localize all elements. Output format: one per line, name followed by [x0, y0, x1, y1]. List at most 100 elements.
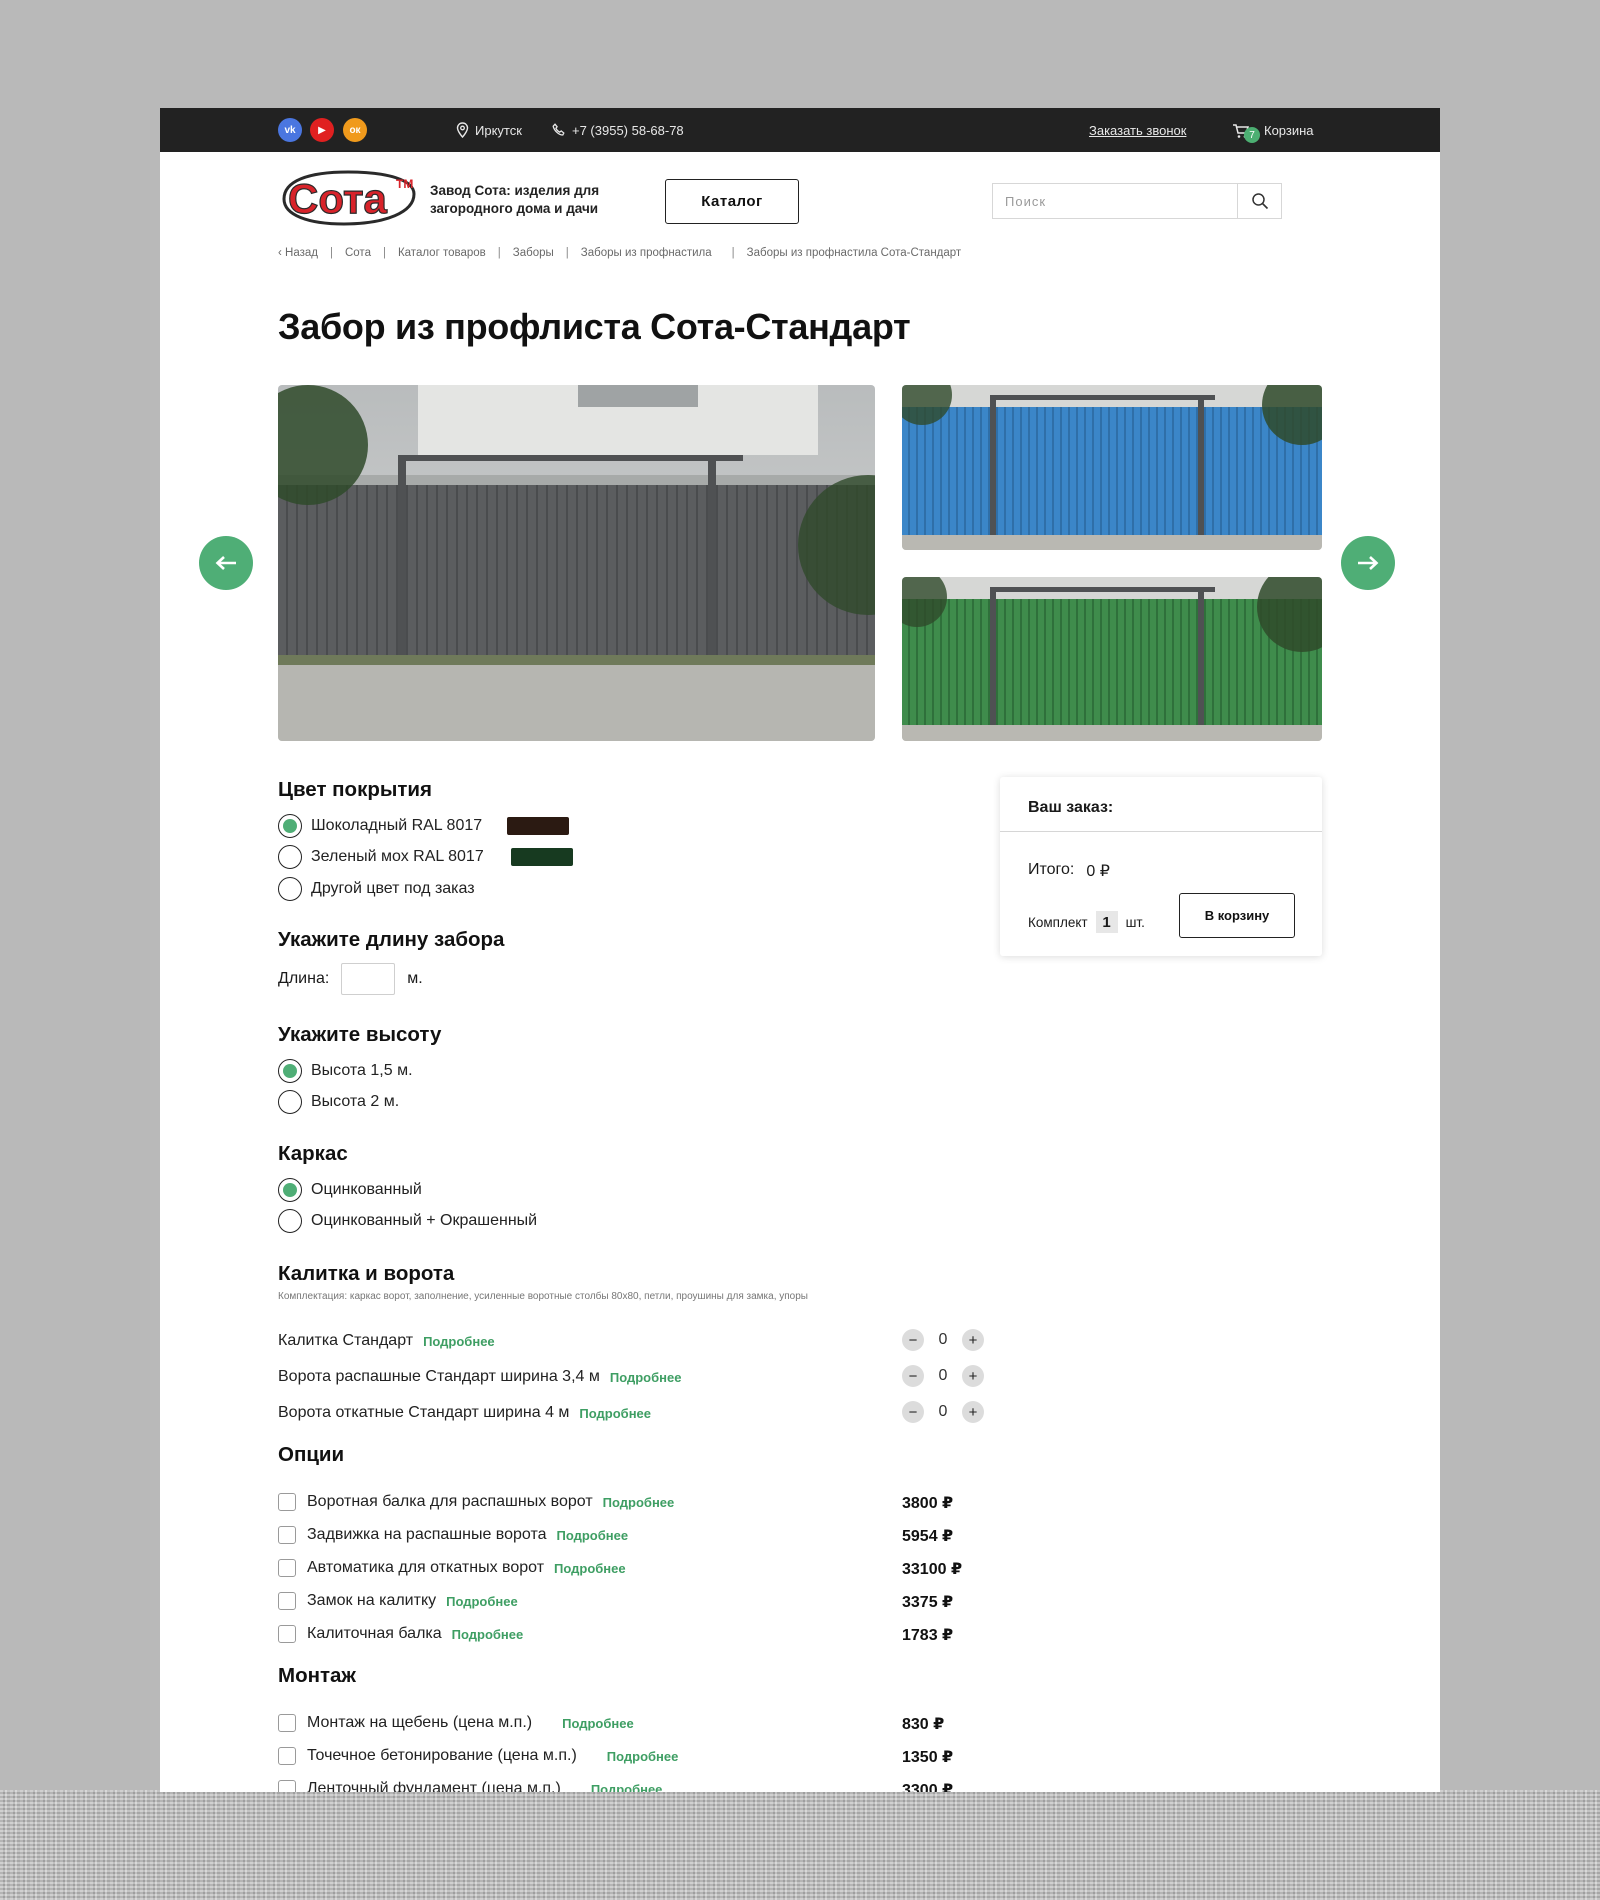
frame-option[interactable]: Оцинкованный + Окрашенный	[278, 1209, 537, 1233]
color-option[interactable]: Шоколадный RAL 8017	[278, 814, 570, 838]
radio-unselected[interactable]	[278, 1090, 302, 1114]
length-input[interactable]	[341, 963, 396, 995]
top-bar: vk ▶ ок Иркутск +7 (3955) 58-68-78 Заказ…	[160, 108, 1440, 152]
details-link[interactable]: Подробнее	[557, 1528, 629, 1543]
breadcrumb-item[interactable]: Сота	[345, 247, 371, 259]
checkbox[interactable]	[278, 1493, 296, 1511]
breadcrumb-item[interactable]: Заборы из профнастила	[581, 247, 712, 259]
color-option[interactable]: Другой цвет под заказ	[278, 877, 475, 901]
cart-link[interactable]: 7 Корзина	[1232, 108, 1314, 152]
breadcrumb-back[interactable]: ‹ Назад	[278, 247, 318, 259]
options-section-title: Опции	[278, 1443, 345, 1466]
catalog-button[interactable]: Каталог	[665, 179, 799, 224]
checkbox[interactable]	[278, 1526, 296, 1544]
frame-option[interactable]: Оцинкованный	[278, 1178, 422, 1202]
add-to-cart-button[interactable]: В корзину	[1179, 893, 1295, 938]
checkbox[interactable]	[278, 1780, 296, 1792]
height-option[interactable]: Высота 1,5 м.	[278, 1059, 413, 1083]
checkbox[interactable]	[278, 1714, 296, 1732]
phone-icon	[552, 123, 565, 136]
callback-link[interactable]: Заказать звонок	[1089, 108, 1186, 152]
checkbox[interactable]	[278, 1747, 296, 1765]
install-price: 830 ₽	[902, 1716, 945, 1733]
breadcrumb-item[interactable]: Заборы	[513, 247, 554, 259]
set-quantity[interactable]: 1	[1095, 911, 1118, 933]
quantity-stepper: − 0 +	[902, 1329, 984, 1351]
details-link[interactable]: Подробнее	[610, 1370, 682, 1385]
checkbox[interactable]	[278, 1625, 296, 1643]
radio-unselected[interactable]	[278, 845, 302, 869]
odnoklassniki-icon[interactable]: ок	[343, 118, 367, 142]
height-option[interactable]: Высота 2 м.	[278, 1090, 399, 1114]
length-row: Длина: м.	[278, 963, 423, 995]
details-link[interactable]: Подробнее	[591, 1782, 663, 1793]
order-total-label: Итого:	[1028, 861, 1075, 878]
minus-button[interactable]: −	[902, 1401, 924, 1423]
gate-item-label: Калитка Стандарт	[278, 1332, 414, 1349]
logo-text: Сота	[288, 175, 388, 222]
logo[interactable]: Сота TM	[278, 168, 422, 230]
radio-selected[interactable]	[278, 814, 302, 838]
phone-link[interactable]: +7 (3955) 58-68-78	[552, 108, 684, 152]
chevron-left-icon: ‹	[278, 247, 286, 259]
radio-selected[interactable]	[278, 1059, 302, 1083]
color-section-title: Цвет покрытия	[278, 778, 432, 801]
gallery-main-image[interactable]	[278, 385, 875, 741]
gallery-thumb-green[interactable]	[902, 577, 1322, 741]
search-input[interactable]	[993, 184, 1237, 218]
details-link[interactable]: Подробнее	[554, 1561, 626, 1576]
tagline: Завод Сота: изделия для загородного дома…	[430, 183, 600, 216]
install-item[interactable]: Монтаж на щебень (цена м.п.) Подробнее	[278, 1714, 634, 1732]
option-label: Замок на калитку	[307, 1592, 437, 1609]
checkbox[interactable]	[278, 1559, 296, 1577]
option-label: Калиточная балка	[307, 1625, 442, 1642]
logo-tm: TM	[396, 177, 413, 191]
vk-icon[interactable]: vk	[278, 118, 302, 142]
radio-unselected[interactable]	[278, 1209, 302, 1233]
youtube-icon[interactable]: ▶	[310, 118, 334, 142]
order-set-qty: Комплект 1 шт.	[1028, 911, 1145, 933]
color-option[interactable]: Зеленый мох RAL 8017	[278, 845, 573, 869]
minus-button[interactable]: −	[902, 1365, 924, 1387]
option-item[interactable]: Воротная балка для распашных ворот Подро…	[278, 1493, 674, 1511]
install-item[interactable]: Точечное бетонирование (цена м.п.) Подро…	[278, 1747, 678, 1765]
radio-unselected[interactable]	[278, 877, 302, 901]
plus-button[interactable]: +	[962, 1329, 984, 1351]
minus-button[interactable]: −	[902, 1329, 924, 1351]
details-link[interactable]: Подробнее	[603, 1495, 675, 1510]
page-title: Забор из профлиста Сота-Стандарт	[278, 306, 911, 347]
city-selector[interactable]: Иркутск	[456, 108, 522, 152]
details-link[interactable]: Подробнее	[562, 1716, 634, 1731]
details-link[interactable]: Подробнее	[446, 1594, 518, 1609]
gate-item: Калитка Стандарт Подробнее	[278, 1332, 495, 1350]
gallery-next-button[interactable]	[1341, 536, 1395, 590]
checkbox[interactable]	[278, 1592, 296, 1610]
location-pin-icon	[456, 122, 469, 138]
install-section-title: Монтаж	[278, 1664, 356, 1687]
option-item[interactable]: Калиточная балка Подробнее	[278, 1625, 523, 1643]
radio-selected[interactable]	[278, 1178, 302, 1202]
details-link[interactable]: Подробнее	[423, 1334, 495, 1349]
gallery-thumb-blue[interactable]	[902, 385, 1322, 550]
install-item[interactable]: Ленточный фундамент (цена м.п.) Подробне…	[278, 1780, 662, 1792]
details-link[interactable]: Подробнее	[607, 1749, 679, 1764]
option-item[interactable]: Замок на калитку Подробнее	[278, 1592, 518, 1610]
breadcrumb-item[interactable]: Каталог товаров	[398, 247, 486, 259]
option-label: Автоматика для откатных ворот	[307, 1559, 545, 1576]
option-item[interactable]: Автоматика для откатных ворот Подробнее	[278, 1559, 626, 1577]
breadcrumb-separator: |	[497, 247, 501, 259]
option-price: 3800 ₽	[902, 1495, 954, 1512]
option-item[interactable]: Задвижка на распашные ворота Подробнее	[278, 1526, 628, 1544]
breadcrumb-back-label: Назад	[285, 247, 318, 259]
search-button[interactable]	[1237, 184, 1281, 218]
gallery-prev-button[interactable]	[199, 536, 253, 590]
height-option-label: Высота 2 м.	[311, 1093, 400, 1110]
details-link[interactable]: Подробнее	[579, 1406, 651, 1421]
details-link[interactable]: Подробнее	[452, 1627, 524, 1642]
plus-button[interactable]: +	[962, 1401, 984, 1423]
height-option-label: Высота 1,5 м.	[311, 1062, 413, 1079]
quantity-value: 0	[938, 1403, 948, 1420]
option-label: Задвижка на распашные ворота	[307, 1526, 547, 1543]
plus-button[interactable]: +	[962, 1365, 984, 1387]
breadcrumb-current: Заборы из профнастила Сота-Стандарт	[746, 247, 962, 259]
